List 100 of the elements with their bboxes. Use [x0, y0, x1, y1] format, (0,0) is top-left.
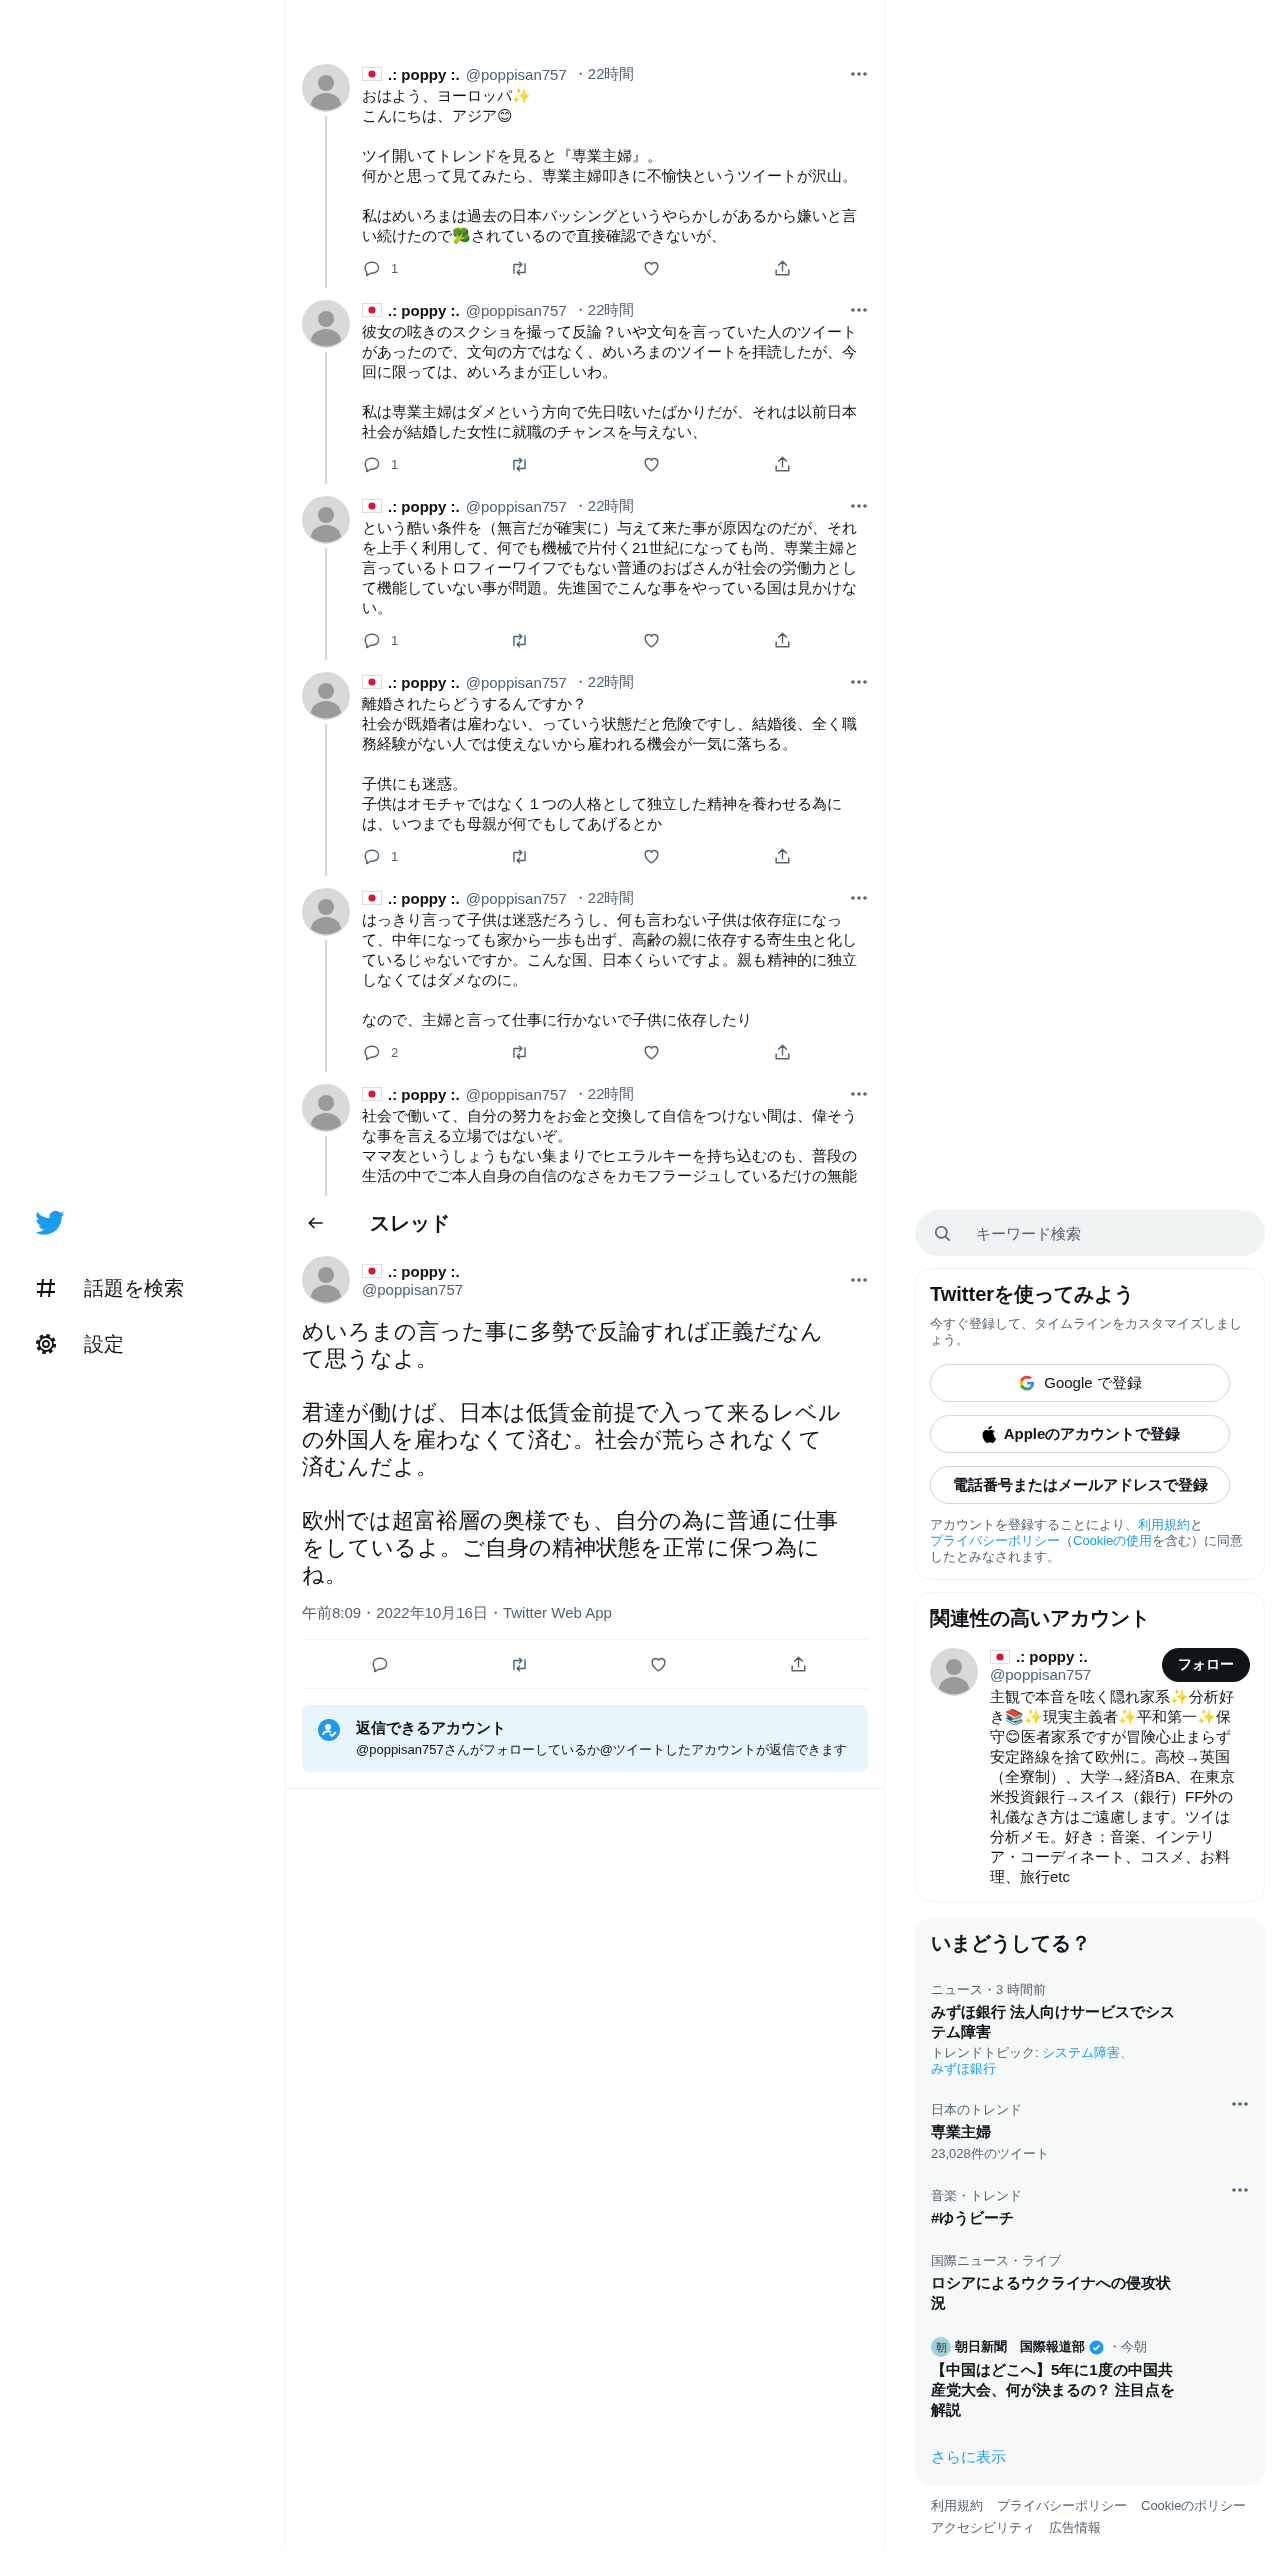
- person-check-icon: [318, 1719, 340, 1741]
- share-icon[interactable]: [773, 258, 792, 278]
- signup-button[interactable]: Appleのアカウントで登録: [930, 1415, 1230, 1453]
- flag-icon: [362, 67, 382, 81]
- user-handle: @poppisan757: [465, 301, 567, 319]
- user-name[interactable]: .: poppy :.: [388, 65, 460, 83]
- trend-title[interactable]: みずほ銀行 法人向けサービスでシステム障害: [931, 2002, 1181, 2042]
- share-icon[interactable]: [773, 1042, 792, 1062]
- footer-link[interactable]: 利用規約: [931, 2497, 983, 2515]
- avatar[interactable]: [302, 1256, 350, 1304]
- tweet-text: 子供はオモチャではなく１つの人格として独立した精神を養わせる為には、いつまでも母親が何でもしてあげるとか: [362, 794, 843, 834]
- more-icon[interactable]: [1231, 2101, 1249, 2107]
- share-icon[interactable]: [788, 1654, 808, 1674]
- share-icon[interactable]: [773, 454, 792, 474]
- trend-title[interactable]: #ゆうビーチ: [931, 2208, 1181, 2228]
- user-handle: @poppisan757: [465, 497, 567, 515]
- more-icon[interactable]: [850, 307, 868, 313]
- reply-icon[interactable]: [362, 630, 381, 650]
- trend-context: ニュース・3 時間前: [931, 1981, 1047, 1999]
- bird-logo[interactable]: [34, 1210, 66, 1238]
- user-name[interactable]: .: poppy :.: [388, 1262, 460, 1280]
- reply-count: 1: [391, 456, 399, 472]
- tweet-text: 社会が既婚者は雇わない、っていう状態だと危険ですし、結婚後、全く職務経験がない人では使えないから雇われる機会が一気に落ちる。: [362, 714, 858, 754]
- tweet-text: 離婚されたらどうするんですか？: [362, 694, 588, 714]
- settings-icon: [34, 1332, 58, 1356]
- reply-icon[interactable]: [370, 1654, 389, 1674]
- trend-context: 日本のトレンド: [931, 2101, 1023, 2119]
- trend-context: 国際ニュース・ライブ: [931, 2252, 1062, 2270]
- avatar[interactable]: [302, 64, 350, 112]
- more-icon[interactable]: [850, 1091, 868, 1097]
- footer-link[interactable]: 広告情報: [1049, 2519, 1101, 2537]
- flag-icon: [362, 303, 382, 317]
- avatar[interactable]: [302, 300, 350, 348]
- card-title: いまどうしてる？: [930, 1931, 1092, 1956]
- avatar[interactable]: [930, 1648, 978, 1696]
- article-title[interactable]: 【中国はどこへ】5年に1度の中国共産党大会、何が決まるの？ 注目点を解説: [931, 2360, 1181, 2420]
- article-time: ・今朝: [1108, 2338, 1147, 2356]
- avatar[interactable]: [302, 888, 350, 936]
- tweet-time[interactable]: ・22時間: [572, 1084, 635, 1104]
- more-icon[interactable]: [850, 679, 868, 685]
- more-icon[interactable]: [850, 71, 868, 77]
- tweet-time[interactable]: ・22時間: [572, 64, 635, 84]
- follow-button[interactable]: フォロー: [1162, 1648, 1250, 1682]
- tweet-text: おはよう、ヨーロッパ✨: [362, 86, 532, 106]
- search-input[interactable]: キーワード検索: [974, 1223, 1247, 1243]
- reply-icon[interactable]: [362, 258, 381, 278]
- user-name[interactable]: .: poppy :.: [388, 497, 460, 515]
- tweet-text: 何かと思って見てみたら、専業主婦叩きに不愉快というツイートが沢山。: [362, 166, 858, 186]
- user-name[interactable]: .: poppy :.: [388, 673, 460, 691]
- avatar[interactable]: [302, 496, 350, 544]
- nav-item[interactable]: 設定: [34, 1316, 124, 1372]
- tweet-time[interactable]: ・22時間: [572, 496, 635, 516]
- trend-title[interactable]: 専業主婦: [931, 2122, 1181, 2142]
- tweet-time[interactable]: ・22時間: [572, 300, 635, 320]
- tweet-timestamp: 午前8:09・2022年10月16日・Twitter Web App: [302, 1604, 613, 1623]
- flag-icon: [362, 891, 382, 905]
- card-title: Twitterを使ってみよう: [930, 1282, 1136, 1307]
- page-title: スレッド: [370, 1210, 450, 1236]
- user-name[interactable]: .: poppy :.: [388, 889, 460, 907]
- more-icon[interactable]: [1231, 2187, 1249, 2193]
- tweet-time[interactable]: ・22時間: [572, 888, 635, 908]
- nav-item[interactable]: 話題を検索: [34, 1260, 184, 1316]
- more-icon[interactable]: [850, 895, 868, 901]
- footer-link[interactable]: プライバシーポリシー: [997, 2497, 1127, 2515]
- user-handle: @poppisan757: [465, 65, 567, 83]
- search-field[interactable]: キーワード検索: [915, 1210, 1265, 1256]
- reply-icon[interactable]: [362, 846, 381, 866]
- share-icon[interactable]: [773, 846, 792, 866]
- tweet-time[interactable]: ・22時間: [572, 672, 635, 692]
- user-handle: @poppisan757: [465, 673, 567, 691]
- user-handle: @poppisan757: [362, 1280, 465, 1298]
- signup-button[interactable]: Google で登録: [930, 1364, 1230, 1402]
- more-icon[interactable]: [850, 1277, 868, 1283]
- tweet-text: 社会で働いて、自分の努力をお金と交換して自信をつけない間は、偉そうな事を言える立場ではないぞ。: [362, 1106, 858, 1146]
- user-name[interactable]: .: poppy :.: [1016, 1648, 1088, 1665]
- trend-title[interactable]: ロシアによるウクライナへの侵攻状況: [931, 2273, 1181, 2313]
- reply-count: 1: [391, 632, 399, 648]
- tweet-text: ツイ開いてトレンドを見ると『専業主婦』。: [362, 146, 663, 166]
- tweet-text: 欧州では超富裕層の奥様でも、自分の為に普通に仕事をしているよ。ご自身の精神状態を正常に保つ為にね。: [302, 1507, 839, 1588]
- footer-link[interactable]: Cookieのポリシー: [1141, 2497, 1247, 2515]
- tweet-text: こんにちは、アジア😊: [362, 106, 514, 126]
- reply-icon[interactable]: [362, 1042, 381, 1062]
- footer-link[interactable]: アクセシビリティ: [931, 2519, 1035, 2537]
- source-name[interactable]: 朝日新聞 国際報道部: [955, 2338, 1085, 2356]
- flag-icon: [362, 1087, 382, 1101]
- signup-button[interactable]: 電話番号またはメールアドレスで登録: [930, 1466, 1230, 1504]
- more-icon[interactable]: [850, 503, 868, 509]
- avatar[interactable]: [302, 672, 350, 720]
- tweet-text: ママ友というしょうもない集まりでヒエラルキーを持ち込むのも、普段の生活の中でご本人自身の自信のなさをカモフラージュしているだけの無能: [362, 1146, 858, 1186]
- tweet-text: なので、主婦と言って仕事に行かないで子供に依存したり: [362, 1010, 753, 1030]
- user-name[interactable]: .: poppy :.: [388, 1085, 460, 1103]
- user-name[interactable]: .: poppy :.: [388, 301, 460, 319]
- notice-text: @poppisan757さんがフォローしているか@ツイートしたアカウントが返信できます: [356, 1742, 847, 1758]
- share-icon[interactable]: [773, 630, 792, 650]
- notice-title: 返信できるアカウント: [356, 1719, 507, 1738]
- trend-topics: トレンドトピック: システム障害、 みずほ銀行: [931, 2045, 1135, 2077]
- reply-icon[interactable]: [362, 454, 381, 474]
- avatar[interactable]: [302, 1084, 350, 1132]
- user-bio: 主観で本音を呟く隠れ家系✨分析好き📚✨現実主義者✨平和第一✨保守😊医者家系ですが冒険心止まらず安定路線を捨て欧州に。高校→英国（全寮制）、大学→経済BA、在東京米投資銀行→スイス（銀行）FF外の礼儀なき方はご遠慮します。ツイは分析メモ。好き：音楽、インテリア・コーディネート、コスメ、お料理、旅行etc: [990, 1687, 1236, 1887]
- tweet-text: 私は専業主婦はダメという方向で先日呟いたばかりだが、それは以前日本社会が結婚した女性に就職のチャンスを与えない、: [362, 402, 858, 442]
